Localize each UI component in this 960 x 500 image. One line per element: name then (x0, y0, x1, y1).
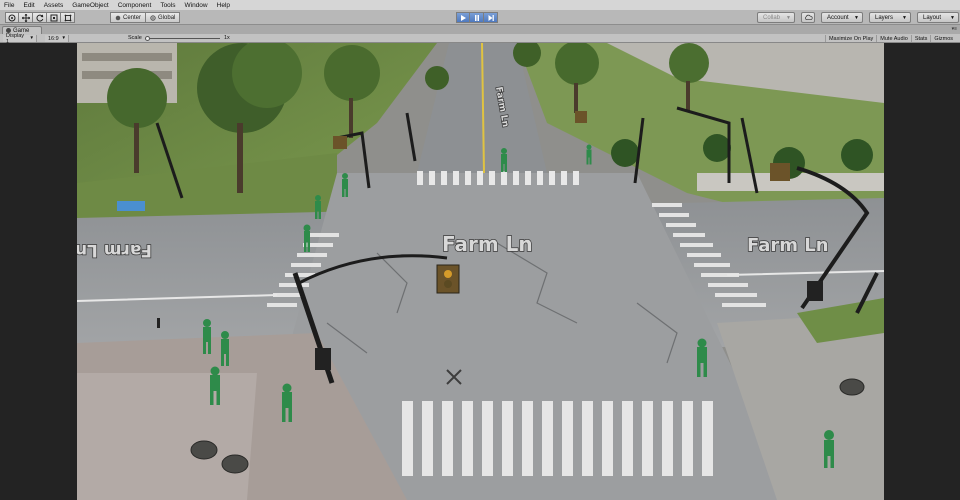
layers-dropdown[interactable]: Layers ▼ (869, 12, 911, 23)
play-button[interactable] (456, 12, 470, 23)
aspect-label: 16:9 (48, 35, 59, 42)
scale-tool-button[interactable] (47, 12, 61, 23)
stats-toggle[interactable]: Stats (910, 35, 931, 42)
pivot-icon (115, 15, 121, 20)
rotate-tool-icon (35, 14, 43, 22)
rect-tool-button[interactable] (61, 12, 75, 23)
step-icon (488, 14, 494, 21)
chevron-down-icon: ▼ (950, 15, 955, 21)
game-tab-bar: Game ▾≡ (0, 25, 960, 34)
pivot-rotation-label: Global (158, 14, 176, 21)
chevron-down-icon: ▼ (854, 15, 859, 21)
chevron-down-icon: ▼ (29, 35, 34, 40)
scale-label: Scale (128, 35, 142, 41)
collab-label: Collab (763, 14, 781, 21)
menu-edit[interactable]: Edit (23, 2, 34, 9)
rotate-tool-button[interactable] (33, 12, 47, 23)
road-label-right: Farm Ln (747, 235, 829, 256)
building-window-row (82, 53, 172, 61)
aspect-dropdown[interactable]: 16:9 ▼ (45, 35, 69, 42)
menu-file[interactable]: File (4, 2, 14, 9)
layers-label: Layers (875, 14, 894, 21)
collab-dropdown[interactable]: Collab ▼ (757, 12, 795, 23)
move-tool-icon (21, 13, 30, 22)
tab-options-icon[interactable]: ▾≡ (952, 26, 957, 32)
cloud-button[interactable] (801, 12, 815, 23)
layout-label: Layout (923, 14, 942, 21)
step-button[interactable] (484, 12, 498, 23)
display-dropdown[interactable]: Display 1 ▼ (3, 33, 37, 45)
menu-bar: File Edit Assets GameObject Component To… (0, 0, 960, 10)
menu-tools[interactable]: Tools (160, 2, 175, 9)
menu-gameobject[interactable]: GameObject (72, 2, 109, 9)
hand-tool-button[interactable] (5, 12, 19, 23)
scale-value: 1x (224, 35, 230, 41)
right-toolbar: Collab ▼ Account ▼ Layers ▼ Layout ▼ (757, 12, 959, 23)
account-label: Account (827, 14, 849, 21)
account-dropdown[interactable]: Account ▼ (821, 12, 863, 23)
game-view-toggles: Maximize On Play Mute Audio Stats Gizmos (824, 35, 956, 42)
hand-tool-icon (8, 14, 16, 21)
parking-sign (117, 201, 145, 211)
play-icon (461, 14, 466, 21)
game-view-controls: Display 1 ▼ 16:9 ▼ Scale 1x Maximize On Pl… (0, 33, 960, 45)
menu-assets[interactable]: Assets (44, 2, 64, 9)
road-label-left: Farm Ln (77, 240, 152, 260)
scale-slider-handle[interactable] (145, 36, 150, 41)
chevron-down-icon: ▼ (786, 15, 791, 21)
rendered-scene: Farm Ln Farm Ln Farm Ln Farm Ln (77, 43, 884, 500)
menu-window[interactable]: Window (185, 2, 208, 9)
transform-tools (5, 12, 75, 23)
pivot-mode-label: Center (123, 14, 142, 21)
cloud-icon (804, 14, 813, 21)
maximize-on-play-toggle[interactable]: Maximize On Play (824, 35, 876, 42)
pause-button[interactable] (470, 12, 484, 23)
pivot-mode-button[interactable]: Center (110, 12, 147, 23)
globe-icon (150, 14, 156, 21)
pause-icon (474, 14, 479, 21)
pivot-controls: Center Global (110, 12, 181, 23)
move-tool-button[interactable] (19, 12, 33, 23)
scale-tool-icon (50, 14, 57, 21)
scale-slider-track[interactable] (145, 38, 220, 39)
pivot-rotation-button[interactable]: Global (146, 12, 181, 23)
chevron-down-icon: ▼ (902, 15, 907, 21)
road-label-main: Farm Ln (442, 232, 533, 256)
chevron-down-icon: ▼ (61, 35, 66, 40)
main-toolbar: Center Global Collab ▼ Account ▼ Layers ▼ (0, 10, 960, 25)
menu-component[interactable]: Component (118, 2, 152, 9)
game-viewport[interactable]: Farm Ln Farm Ln Farm Ln Farm Ln (77, 43, 884, 500)
playmode-controls (456, 12, 498, 23)
rect-tool-icon (64, 14, 71, 21)
menu-help[interactable]: Help (217, 2, 230, 9)
gizmos-dropdown[interactable]: Gizmos (930, 35, 956, 42)
mute-audio-toggle[interactable]: Mute Audio (876, 35, 911, 42)
layout-dropdown[interactable]: Layout ▼ (917, 12, 959, 23)
plaza-lower-left (77, 373, 257, 500)
